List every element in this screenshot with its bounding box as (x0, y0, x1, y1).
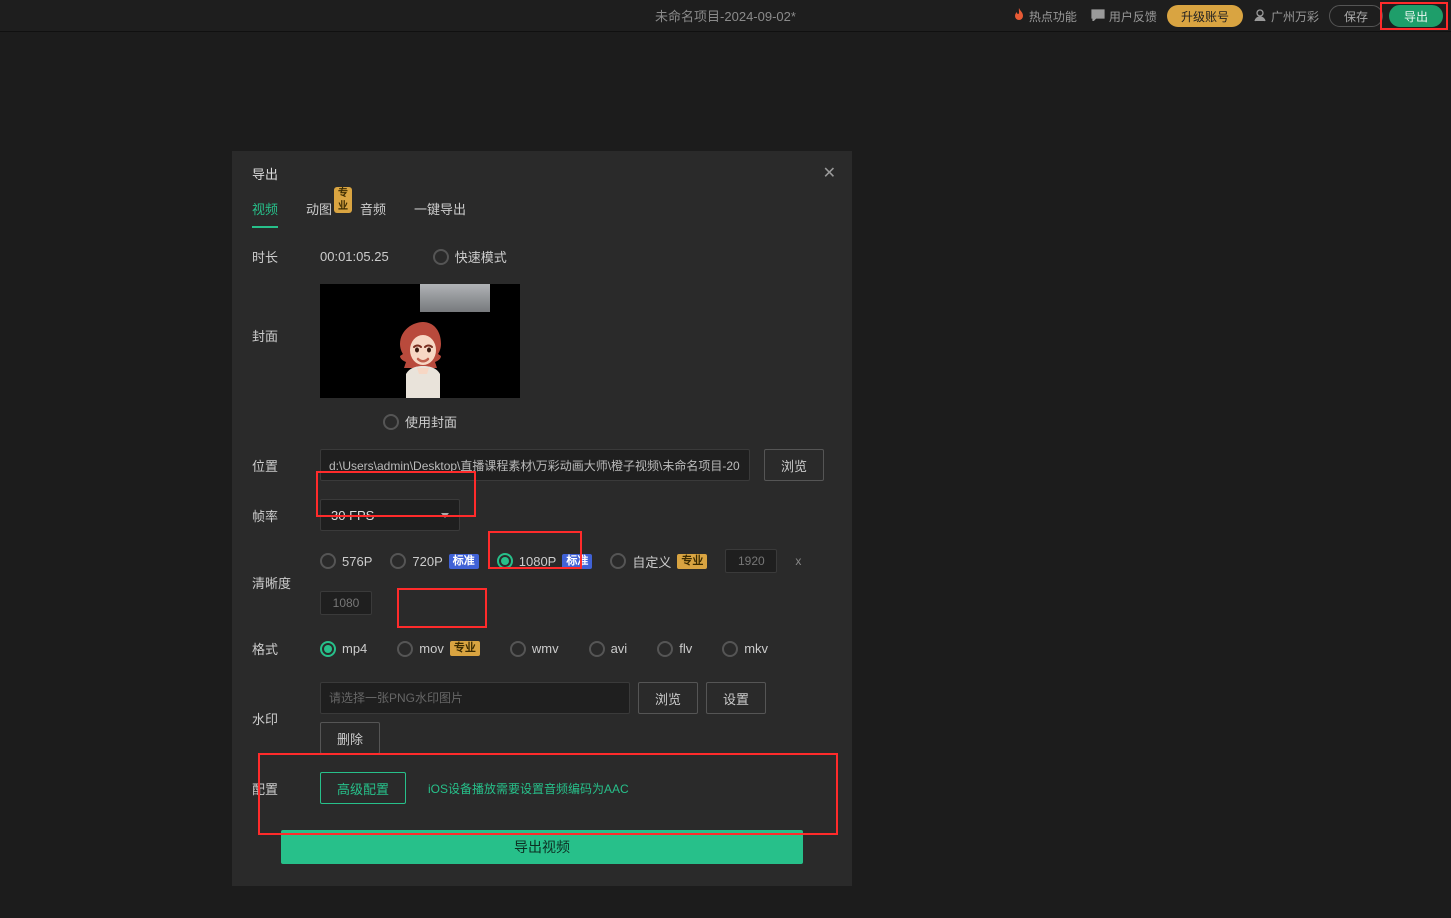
fps-label: 帧率 (252, 506, 320, 525)
modal-header: 导出 ✕ (232, 151, 852, 187)
feedback-button[interactable]: 用户反馈 (1087, 8, 1161, 25)
row-format: 格式 mp4 mov专业 wmv avi flv mkv (252, 639, 832, 658)
account-button[interactable]: 广州万彩 (1249, 8, 1323, 25)
row-watermark: 水印 浏览 设置 删除 (252, 682, 832, 754)
export-modal: 导出 ✕ 视频 动图专业 音频 一键导出 时长 00:01:05.25 快速模式… (232, 151, 852, 886)
output-path-input[interactable] (320, 449, 750, 481)
pro-badge: 专业 (677, 554, 707, 569)
fast-mode-radio[interactable]: 快速模式 (433, 247, 507, 266)
cover-bg-window (420, 284, 490, 312)
fps-value: 30 FPS (331, 508, 374, 523)
cover-avatar-icon (388, 314, 458, 398)
watermark-browse-button[interactable]: 浏览 (638, 682, 698, 714)
format-mkv-radio[interactable]: mkv (722, 641, 768, 657)
save-button[interactable]: 保存 (1329, 5, 1383, 27)
upgrade-button[interactable]: 升级账号 (1167, 5, 1243, 27)
cover-label: 封面 (252, 284, 320, 345)
resolution-label: 清晰度 (252, 573, 320, 592)
res-custom-radio[interactable]: 自定义专业 (610, 552, 707, 571)
row-config: 配置 高级配置 iOS设备播放需要设置音频编码为AAC (252, 772, 832, 804)
format-label: 格式 (252, 639, 320, 658)
topbar-right-group: 热点功能 用户反馈 升级账号 广州万彩 保存 导出 (1009, 0, 1443, 32)
export-video-button[interactable]: 导出视频 (281, 830, 803, 864)
project-title: 未命名项目-2024-09-02* (655, 6, 796, 25)
row-cover: 封面 使用封面 (252, 284, 832, 431)
row-fps: 帧率 30 FPS (252, 499, 832, 531)
app-topbar: 未命名项目-2024-09-02* 热点功能 用户反馈 升级账号 广州万彩 保存… (0, 0, 1451, 32)
chat-icon (1091, 9, 1105, 24)
cover-thumbnail[interactable] (320, 284, 520, 398)
topbar-export-button[interactable]: 导出 (1389, 5, 1443, 27)
format-wmv-radio[interactable]: wmv (510, 641, 559, 657)
format-flv-radio[interactable]: flv (657, 641, 692, 657)
config-label: 配置 (252, 779, 320, 798)
watermark-label: 水印 (252, 709, 320, 728)
row-path: 位置 浏览 (252, 449, 832, 481)
res-width-input[interactable] (725, 549, 777, 573)
tab-video[interactable]: 视频 (252, 193, 278, 228)
res-576p-radio[interactable]: 576P (320, 553, 372, 569)
close-icon[interactable]: ✕ (823, 163, 836, 183)
advanced-config-button[interactable]: 高级配置 (320, 772, 406, 804)
fps-select[interactable]: 30 FPS (320, 499, 460, 531)
modal-title: 导出 (252, 164, 278, 183)
tab-gif[interactable]: 动图专业 (306, 193, 332, 228)
duration-value: 00:01:05.25 (320, 249, 389, 264)
res-x-label: x (795, 554, 801, 568)
format-avi-radio[interactable]: avi (589, 641, 628, 657)
hot-features-label: 热点功能 (1029, 8, 1077, 25)
pro-badge: 专业 (334, 187, 352, 213)
watermark-delete-button[interactable]: 删除 (320, 722, 380, 754)
format-mp4-radio[interactable]: mp4 (320, 641, 367, 657)
row-export-button: 导出视频 (252, 830, 832, 864)
std-badge: 标准 (449, 554, 479, 569)
watermark-path-input[interactable] (320, 682, 630, 714)
chevron-down-icon (441, 513, 449, 518)
duration-label: 时长 (252, 247, 320, 266)
tab-onekey[interactable]: 一键导出 (414, 193, 466, 228)
row-duration: 时长 00:01:05.25 快速模式 (252, 247, 832, 266)
browse-path-button[interactable]: 浏览 (764, 449, 824, 481)
ios-aac-tip: iOS设备播放需要设置音频编码为AAC (428, 780, 629, 797)
flame-icon (1013, 8, 1025, 25)
hot-features-button[interactable]: 热点功能 (1009, 8, 1081, 25)
radio-icon (383, 414, 399, 430)
tab-audio[interactable]: 音频 (360, 193, 386, 228)
format-mov-radio[interactable]: mov专业 (397, 641, 480, 657)
std-badge: 标准 (562, 554, 592, 569)
path-label: 位置 (252, 456, 320, 475)
account-label: 广州万彩 (1271, 8, 1319, 25)
watermark-settings-button[interactable]: 设置 (706, 682, 766, 714)
modal-body: 时长 00:01:05.25 快速模式 封面 (232, 229, 852, 886)
res-1080p-radio[interactable]: 1080P标准 (497, 553, 593, 569)
pro-badge: 专业 (450, 641, 480, 656)
res-height-input[interactable] (320, 591, 372, 615)
feedback-label: 用户反馈 (1109, 8, 1157, 25)
res-720p-radio[interactable]: 720P标准 (390, 553, 478, 569)
export-tabs: 视频 动图专业 音频 一键导出 (232, 187, 852, 229)
use-cover-radio[interactable]: 使用封面 (383, 412, 457, 431)
row-resolution: 清晰度 576P 720P标准 1080P标准 自定义专业 x (252, 549, 832, 615)
radio-icon (433, 249, 449, 265)
user-icon (1253, 8, 1267, 25)
